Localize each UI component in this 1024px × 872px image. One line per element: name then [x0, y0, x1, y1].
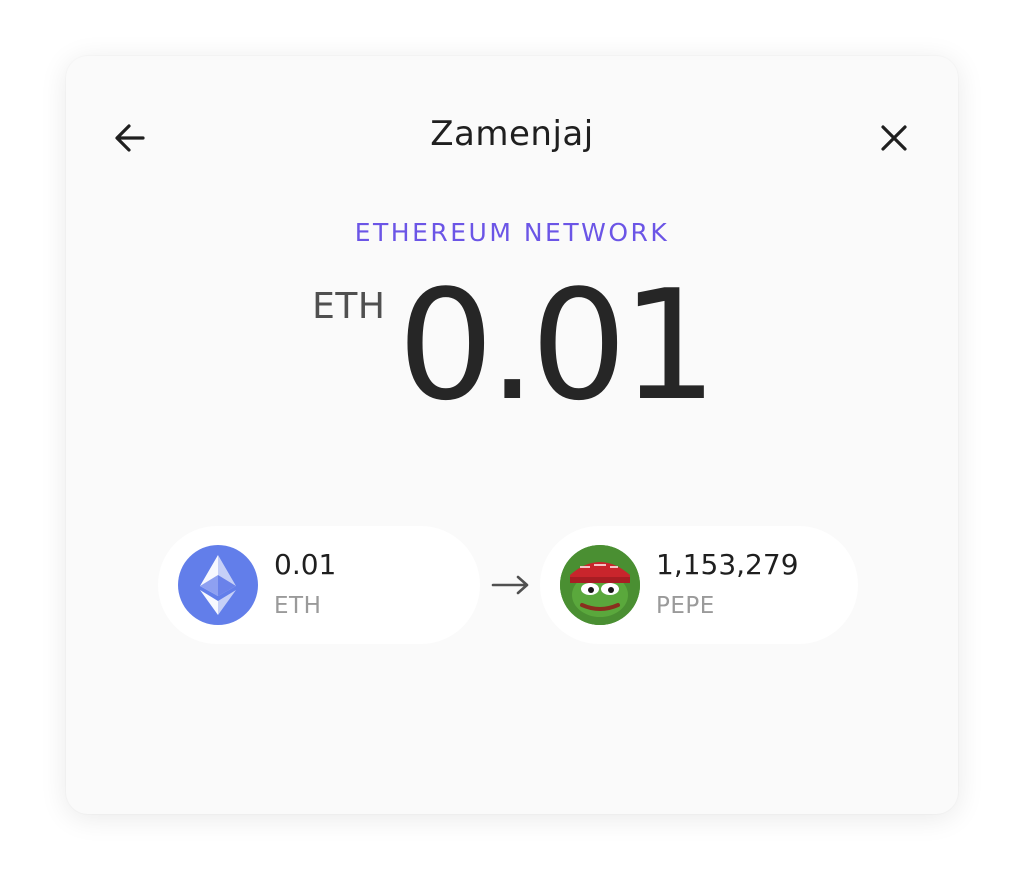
network-label: ETHEREUM NETWORK — [354, 218, 670, 247]
from-amount: 0.01 — [274, 548, 337, 581]
from-symbol: ETH — [274, 593, 322, 619]
dialog-title: Zamenjaj — [430, 114, 594, 154]
to-symbol: PEPE — [656, 593, 715, 619]
swap-direction-arrow-icon — [490, 570, 532, 600]
close-button[interactable] — [872, 116, 916, 160]
to-token-pill: 1,153,279 PEPE — [540, 526, 858, 644]
ethereum-icon — [178, 545, 258, 625]
swap-dialog: Zamenjaj ETHEREUM NETWORK ETH 0.01 0.01 … — [66, 56, 958, 814]
amount-display: ETH 0.01 — [66, 270, 958, 422]
from-token-pill: 0.01 ETH — [158, 526, 480, 644]
to-amount: 1,153,279 — [656, 548, 799, 581]
close-icon — [881, 125, 907, 151]
pepe-icon — [560, 545, 640, 625]
amount-currency: ETH — [312, 286, 386, 327]
amount-value: 0.01 — [397, 257, 717, 434]
